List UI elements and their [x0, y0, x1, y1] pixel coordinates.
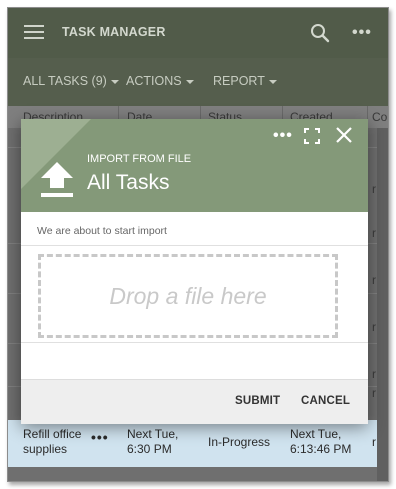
- chevron-down-icon: [110, 79, 119, 84]
- task-date: Next Tue, 6:30 PM: [127, 427, 179, 456]
- more-icon[interactable]: •••: [352, 24, 372, 42]
- actions-menu[interactable]: ACTIONS: [126, 74, 194, 88]
- dialog-kicker: IMPORT FROM FILE: [87, 153, 192, 165]
- app-title: TASK MANAGER: [62, 25, 166, 39]
- menu-icon[interactable]: [24, 25, 44, 39]
- table-cell-edge: r: [372, 182, 376, 196]
- dialog-message: We are about to start import: [37, 225, 167, 237]
- row-more-icon[interactable]: •••: [91, 429, 109, 445]
- report-menu[interactable]: REPORT: [213, 74, 277, 88]
- more-icon[interactable]: •••: [273, 127, 293, 145]
- app-window: TASK MANAGER ••• ALL TASKS (9) ACTIONS R…: [7, 7, 389, 482]
- dialog-title: All Tasks: [87, 171, 170, 194]
- task-created: Next Tue, 6:13:46 PM: [290, 427, 352, 456]
- table-cell-edge: r: [372, 386, 376, 400]
- view-toolbar: ALL TASKS (9) ACTIONS REPORT: [8, 58, 388, 106]
- dropzone-label: Drop a file here: [109, 282, 267, 309]
- table-cell-edge: r: [372, 320, 376, 334]
- app-header: TASK MANAGER •••: [8, 8, 388, 58]
- table-row-selected[interactable]: Refill office supplies ••• Next Tue, 6:30 …: [8, 420, 377, 467]
- search-icon[interactable]: [310, 23, 330, 43]
- chevron-down-icon: [185, 79, 194, 84]
- submit-button[interactable]: SUBMIT: [235, 395, 280, 407]
- fullscreen-icon[interactable]: [304, 128, 320, 144]
- cancel-button[interactable]: CANCEL: [301, 395, 350, 407]
- dialog-header: IMPORT FROM FILE All Tasks •••: [21, 119, 368, 212]
- grid-scrollbar[interactable]: [377, 128, 388, 481]
- task-description: Refill office supplies: [23, 427, 82, 456]
- all-tasks-menu[interactable]: ALL TASKS (9): [23, 74, 119, 88]
- import-dialog: IMPORT FROM FILE All Tasks ••• We are ab…: [21, 119, 368, 424]
- table-cell-edge: r: [372, 367, 376, 381]
- table-cell-edge: r: [372, 435, 376, 449]
- all-tasks-label: ALL TASKS (9): [23, 74, 107, 88]
- upload-icon: [41, 162, 73, 197]
- table-cell-edge: r: [372, 226, 376, 240]
- dialog-footer: SUBMIT CANCEL: [21, 379, 368, 424]
- task-status: In-Progress: [208, 435, 271, 449]
- column-co[interactable]: Co: [372, 110, 387, 124]
- divider: [21, 245, 368, 246]
- report-label: REPORT: [213, 74, 265, 88]
- chevron-down-icon: [268, 79, 277, 84]
- close-icon[interactable]: [335, 126, 353, 144]
- actions-label: ACTIONS: [126, 74, 182, 88]
- table-cell-edge: r: [372, 273, 376, 287]
- file-dropzone[interactable]: Drop a file here: [38, 254, 338, 338]
- divider: [21, 342, 368, 343]
